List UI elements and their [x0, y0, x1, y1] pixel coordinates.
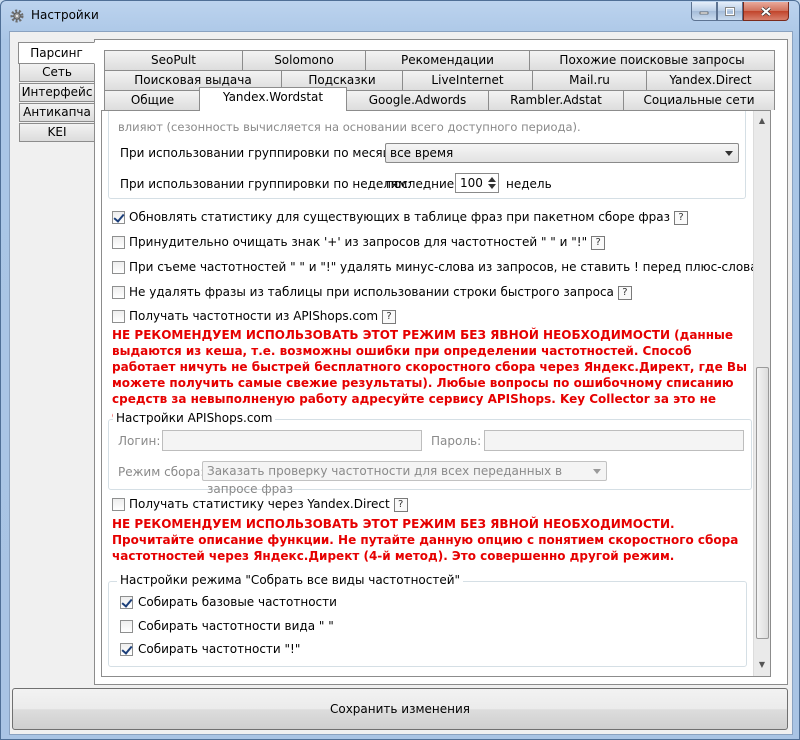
month-grouping-label: При использовании группировки по месяцам…	[120, 146, 412, 160]
minimize-button[interactable]	[691, 2, 717, 21]
gear-icon	[10, 9, 24, 23]
chevron-down-icon	[725, 151, 733, 156]
left-tab-interface[interactable]: Интерфейс	[19, 83, 95, 102]
weeks-stepper[interactable]: 100	[455, 173, 499, 193]
help-icon[interactable]: ?	[591, 235, 606, 250]
tab-similar-queries[interactable]: Похожие поисковые запросы	[529, 50, 775, 70]
apishops-checkbox[interactable]	[112, 310, 125, 323]
remove-minus-words-label: При съеме частотностей " " и "!" удалять…	[129, 260, 771, 274]
direct-stats-label: Получать статистику через Yandex.Direct	[129, 497, 390, 511]
left-tab-kei[interactable]: KEI	[19, 123, 95, 142]
vertical-scrollbar[interactable]: ▲ ▼	[753, 111, 770, 676]
keep-phrases-label: Не удалять фразы из таблицы при использо…	[129, 285, 614, 299]
clear-plus-row: Принудительно очищать знак '+' из запрос…	[129, 235, 606, 250]
keep-phrases-checkbox[interactable]	[112, 286, 125, 299]
apishops-settings-title: Настройки APIShops.com	[113, 411, 276, 425]
tab-liveinternet[interactable]: LiveInternet	[402, 70, 533, 90]
apishops-warning: НЕ РЕКОМЕНДУЕМ ИСПОЛЬЗОВАТЬ ЭТОТ РЕЖИМ Б…	[112, 328, 747, 422]
base-freq-label: Собирать базовые частотности	[138, 595, 337, 609]
week-grouping-label: При использовании группировки по неделям…	[120, 177, 412, 191]
scroll-up-icon[interactable]: ▲	[754, 113, 770, 129]
scrollbar-thumb[interactable]	[756, 367, 769, 639]
tab-mailru[interactable]: Mail.ru	[532, 70, 647, 90]
help-icon[interactable]: ?	[617, 285, 632, 300]
quoted-freq-checkbox[interactable]	[120, 620, 133, 633]
direct-stats-checkbox[interactable]	[112, 498, 125, 511]
help-icon[interactable]: ?	[393, 497, 408, 512]
update-stats-label: Обновлять статистику для существующих в …	[129, 210, 671, 224]
week-grouping-prefix: последние	[386, 177, 455, 191]
login-label: Логин:	[118, 434, 161, 448]
keep-phrases-row: Не удалять фразы из таблицы при использо…	[129, 285, 632, 300]
minimize-icon	[699, 11, 709, 15]
clear-plus-label: Принудительно очищать знак '+' из запрос…	[129, 235, 588, 249]
tab-general[interactable]: Общие	[104, 90, 201, 110]
base-freq-checkbox[interactable]	[120, 596, 133, 609]
help-icon[interactable]: ?	[382, 309, 397, 324]
login-input[interactable]	[162, 430, 422, 451]
scroll-down-icon[interactable]: ▼	[754, 657, 770, 673]
tab-solomono[interactable]: Solomono	[242, 50, 366, 70]
close-button[interactable]	[743, 2, 789, 21]
close-icon	[760, 6, 772, 16]
stepper-up-icon[interactable]	[488, 177, 496, 182]
update-stats-row: Обновлять статистику для существующих в …	[129, 210, 689, 225]
collect-mode-select[interactable]: Заказать проверку частотности для всех п…	[202, 461, 607, 496]
tab-recommendations[interactable]: Рекомендации	[365, 50, 530, 70]
left-tab-anticaptcha[interactable]: Антикапча	[19, 103, 95, 122]
update-stats-checkbox[interactable]	[112, 211, 125, 224]
mode-label: Режим сбора:	[118, 465, 205, 479]
maximize-icon	[725, 6, 735, 16]
password-input[interactable]	[484, 430, 744, 451]
tab-rambler-adstat[interactable]: Rambler.Adstat	[488, 90, 624, 110]
tab-seopult[interactable]: SeoPult	[104, 50, 243, 70]
wordstat-settings-panel: влияют (сезонность вычисляется на основа…	[101, 110, 771, 677]
window-title: Настройки	[31, 8, 99, 22]
remove-minus-words-checkbox[interactable]	[112, 261, 125, 274]
title-bar[interactable]: Настройки	[1, 1, 799, 31]
exact-freq-checkbox[interactable]	[120, 643, 133, 656]
save-changes-button[interactable]: Сохранить изменения	[12, 688, 788, 730]
quoted-freq-label: Собирать частотности вида " "	[138, 619, 334, 633]
clear-plus-checkbox[interactable]	[112, 236, 125, 249]
exact-freq-label: Собирать частотности "!"	[138, 642, 301, 656]
direct-stats-row: Получать статистику через Yandex.Direct?	[129, 497, 408, 512]
tab-google-adwords[interactable]: Google.Adwords	[346, 90, 489, 110]
month-grouping-select[interactable]: все время	[385, 143, 739, 163]
chevron-down-icon	[593, 469, 601, 474]
apishops-row: Получать частотности из APIShops.com?	[129, 309, 397, 324]
left-tab-network[interactable]: Сеть	[19, 63, 95, 82]
apishops-label: Получать частотности из APIShops.com	[129, 309, 379, 323]
password-label: Пароль:	[431, 434, 482, 448]
collect-mode-value: Заказать проверку частотности для всех п…	[207, 464, 563, 496]
month-grouping-value: все время	[390, 146, 454, 160]
tab-yandex-direct[interactable]: Yandex.Direct	[646, 70, 775, 90]
tab-yandex-wordstat[interactable]: Yandex.Wordstat	[199, 87, 347, 111]
collect-all-title: Настройки режима "Собрать все виды часто…	[117, 573, 464, 587]
stepper-down-icon[interactable]	[488, 184, 496, 189]
maximize-button[interactable]	[717, 2, 743, 21]
week-grouping-suffix: недель	[506, 177, 552, 191]
direct-warning: НЕ РЕКОМЕНДУЕМ ИСПОЛЬЗОВАТЬ ЭТОТ РЕЖИМ Б…	[112, 517, 739, 563]
help-icon[interactable]: ?	[674, 210, 689, 225]
weeks-value: 100	[460, 176, 483, 190]
tab-social-networks[interactable]: Социальные сети	[623, 90, 775, 110]
left-tab-parsing[interactable]: Парсинг	[18, 42, 95, 64]
